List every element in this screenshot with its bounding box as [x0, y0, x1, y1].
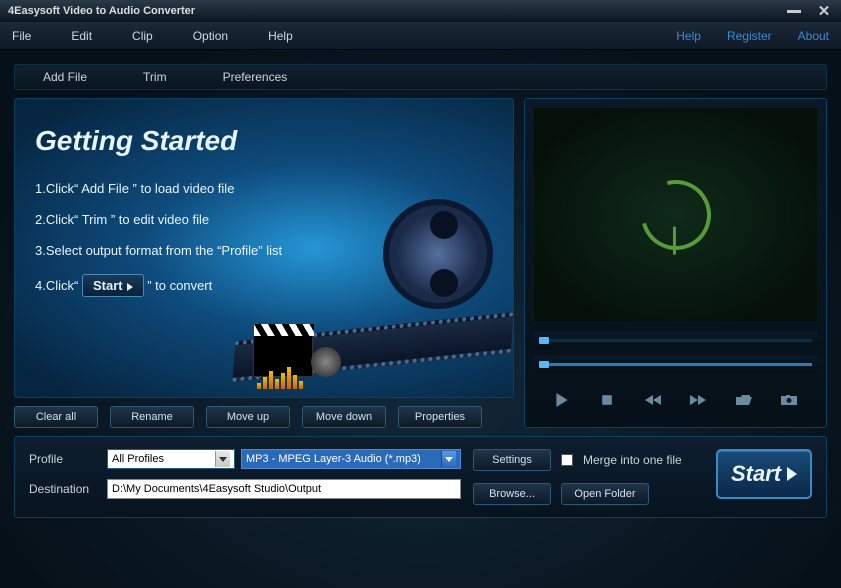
- toolbar-add-file[interactable]: Add File: [15, 70, 115, 84]
- move-up-button[interactable]: Move up: [206, 406, 290, 428]
- toolbar: Add File Trim Preferences: [14, 64, 827, 90]
- clear-all-button[interactable]: Clear all: [14, 406, 98, 428]
- menu-bar: File Edit Clip Option Help Help Register…: [0, 22, 841, 50]
- trim-slider[interactable]: [533, 331, 818, 349]
- open-file-button[interactable]: [733, 391, 755, 409]
- film-reel-icon: [383, 199, 493, 309]
- start-button[interactable]: Start: [716, 449, 812, 499]
- preview-screen: [533, 107, 818, 323]
- progress-slider[interactable]: [533, 355, 818, 373]
- link-register[interactable]: Register: [727, 29, 772, 43]
- destination-input[interactable]: D:\My Documents\4Easysoft Studio\Output: [107, 479, 461, 499]
- stop-button[interactable]: [596, 391, 618, 409]
- menu-file[interactable]: File: [12, 29, 31, 43]
- next-button[interactable]: [687, 391, 709, 409]
- speaker-icon: [311, 347, 341, 377]
- prev-button[interactable]: [642, 391, 664, 409]
- menu-edit[interactable]: Edit: [71, 29, 92, 43]
- destination-label: Destination: [29, 482, 101, 496]
- menu-help[interactable]: Help: [268, 29, 293, 43]
- profile-group-select[interactable]: All Profiles: [107, 449, 235, 469]
- minimize-button[interactable]: [785, 5, 803, 17]
- play-button[interactable]: [551, 391, 573, 409]
- welcome-step-1: 1.Click“ Add File ” to load video file: [35, 181, 493, 196]
- welcome-panel: Getting Started 1.Click“ Add File ” to l…: [14, 98, 514, 398]
- snapshot-button[interactable]: [778, 391, 800, 409]
- properties-button[interactable]: Properties: [398, 406, 482, 428]
- brand-logo-icon: [628, 167, 724, 263]
- rename-button[interactable]: Rename: [110, 406, 194, 428]
- bottom-panel: Profile All Profiles MP3 - MPEG Layer-3 …: [14, 436, 827, 518]
- merge-label: Merge into one file: [583, 453, 682, 467]
- title-bar: 4Easysoft Video to Audio Converter ✕: [0, 0, 841, 22]
- menu-clip[interactable]: Clip: [132, 29, 153, 43]
- mini-start-badge: Start: [82, 274, 144, 297]
- app-title: 4Easysoft Video to Audio Converter: [8, 5, 195, 17]
- profile-label: Profile: [29, 452, 101, 466]
- equalizer-icon: [257, 367, 303, 389]
- menu-option[interactable]: Option: [193, 29, 228, 43]
- welcome-heading: Getting Started: [35, 125, 493, 157]
- profile-format-select[interactable]: MP3 - MPEG Layer-3 Audio (*.mp3): [241, 449, 461, 469]
- link-about[interactable]: About: [798, 29, 829, 43]
- move-down-button[interactable]: Move down: [302, 406, 386, 428]
- browse-button[interactable]: Browse...: [473, 483, 551, 505]
- main-window: 4Easysoft Video to Audio Converter ✕ Fil…: [0, 0, 841, 588]
- preview-panel: [524, 98, 827, 428]
- settings-button[interactable]: Settings: [473, 449, 551, 471]
- open-folder-button[interactable]: Open Folder: [561, 483, 649, 505]
- close-button[interactable]: ✕: [815, 5, 833, 17]
- toolbar-trim[interactable]: Trim: [115, 70, 195, 84]
- toolbar-preferences[interactable]: Preferences: [195, 70, 316, 84]
- merge-checkbox[interactable]: [561, 454, 573, 466]
- link-help[interactable]: Help: [676, 29, 701, 43]
